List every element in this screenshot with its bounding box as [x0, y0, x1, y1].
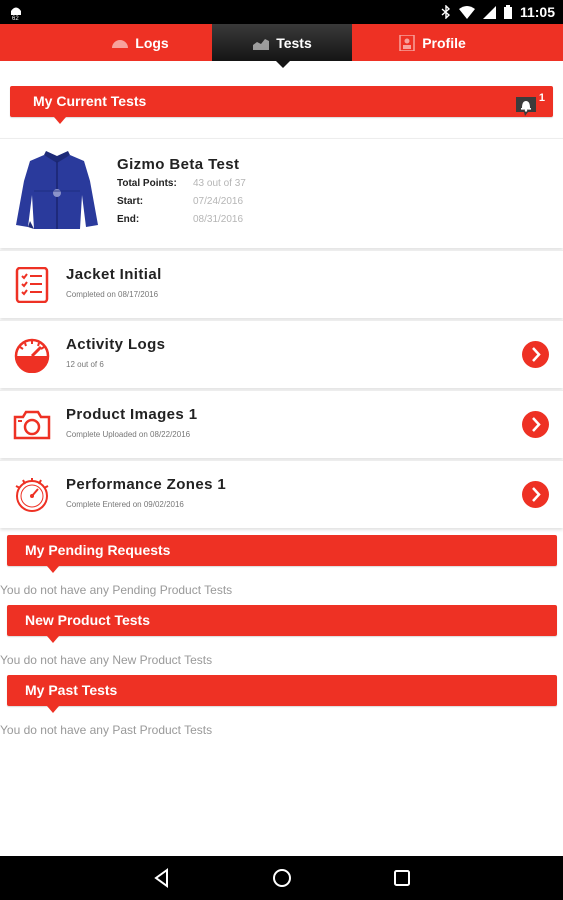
notification-bell-icon[interactable] [513, 93, 539, 119]
clock: 11:05 [519, 4, 555, 20]
start-label: Start: [117, 196, 144, 207]
chart-icon [253, 38, 270, 50]
end-label: End: [117, 214, 140, 225]
list-item-product-images[interactable]: Product Images 1 Complete Uploaded on 08… [0, 390, 563, 458]
current-test-card[interactable]: Gizmo Beta Test Total Points: 43 out of … [0, 138, 563, 248]
tab-tests[interactable]: Tests [212, 24, 352, 68]
chevron-right-icon [532, 487, 541, 502]
signal-icon [482, 5, 496, 19]
svg-text:62: 62 [12, 16, 19, 21]
tab-logs[interactable]: Logs [60, 24, 220, 61]
start-value: 07/24/2016 [193, 196, 244, 207]
back-icon[interactable] [150, 866, 174, 890]
item-title: Activity Logs [66, 336, 166, 353]
home-icon[interactable] [270, 866, 294, 890]
open-performance-zones-button[interactable] [522, 481, 549, 508]
past-tests-empty-message: You do not have any Past Product Tests [0, 723, 213, 737]
item-subtitle: 12 out of 6 [66, 360, 104, 369]
recents-icon[interactable] [390, 866, 414, 890]
test-title: Gizmo Beta Test [117, 156, 240, 173]
points-label: Total Points: [117, 178, 177, 189]
open-activity-logs-button[interactable] [522, 341, 549, 368]
open-product-images-button[interactable] [522, 411, 549, 438]
item-title: Performance Zones 1 [66, 476, 227, 493]
chevron-right-icon [532, 347, 541, 362]
item-title: Jacket Initial [66, 266, 162, 283]
new-tests-empty-message: You do not have any New Product Tests [0, 653, 213, 667]
dial-icon [15, 478, 49, 512]
chevron-right-icon [532, 417, 541, 432]
system-nav-bar [0, 856, 563, 900]
screen: 62 11:05 Logs Tests Profile My Current T… [0, 0, 563, 900]
section-title: New Product Tests [25, 612, 150, 628]
item-title: Product Images 1 [66, 406, 198, 423]
gauge-icon [112, 39, 129, 48]
camera-icon [13, 410, 51, 440]
section-title: My Pending Requests [25, 542, 171, 558]
tab-label: Logs [135, 34, 169, 51]
tab-bar: Logs Tests Profile [0, 24, 563, 68]
list-item-jacket-initial[interactable]: Jacket Initial Completed on 08/17/2016 [0, 250, 563, 318]
pending-requests-header: My Pending Requests [7, 535, 557, 573]
new-product-tests-header: New Product Tests [7, 605, 557, 643]
past-tests-header: My Past Tests [7, 675, 557, 713]
tab-label: Profile [422, 34, 466, 51]
status-bar: 62 11:05 [0, 0, 563, 24]
jacket-product-image [16, 151, 98, 229]
battery-icon [503, 5, 512, 19]
wifi-icon [458, 5, 475, 19]
item-subtitle: Complete Uploaded on 08/22/2016 [66, 430, 191, 439]
section-title: My Past Tests [25, 682, 118, 698]
profile-icon [399, 34, 415, 51]
points-value: 43 out of 37 [193, 178, 246, 189]
tab-label: Tests [276, 34, 312, 51]
checklist-icon [15, 267, 49, 303]
gauge-icon [14, 338, 50, 373]
end-value: 08/31/2016 [193, 214, 244, 225]
app-notification-icon: 62 [11, 7, 21, 21]
section-title: My Current Tests [33, 93, 147, 109]
item-subtitle: Completed on 08/17/2016 [66, 290, 159, 299]
bluetooth-icon [441, 5, 450, 19]
pending-empty-message: You do not have any Pending Product Test… [0, 583, 233, 597]
list-item-performance-zones[interactable]: Performance Zones 1 Complete Entered on … [0, 460, 563, 528]
status-icons: 11:05 [441, 0, 555, 24]
tab-profile[interactable]: Profile [352, 24, 512, 61]
list-item-activity-logs[interactable]: Activity Logs 12 out of 6 [0, 320, 563, 388]
current-tests-header: My Current Tests 1 [10, 86, 553, 124]
notification-badge: 1 [538, 92, 545, 104]
item-subtitle: Complete Entered on 09/02/2016 [66, 500, 184, 509]
